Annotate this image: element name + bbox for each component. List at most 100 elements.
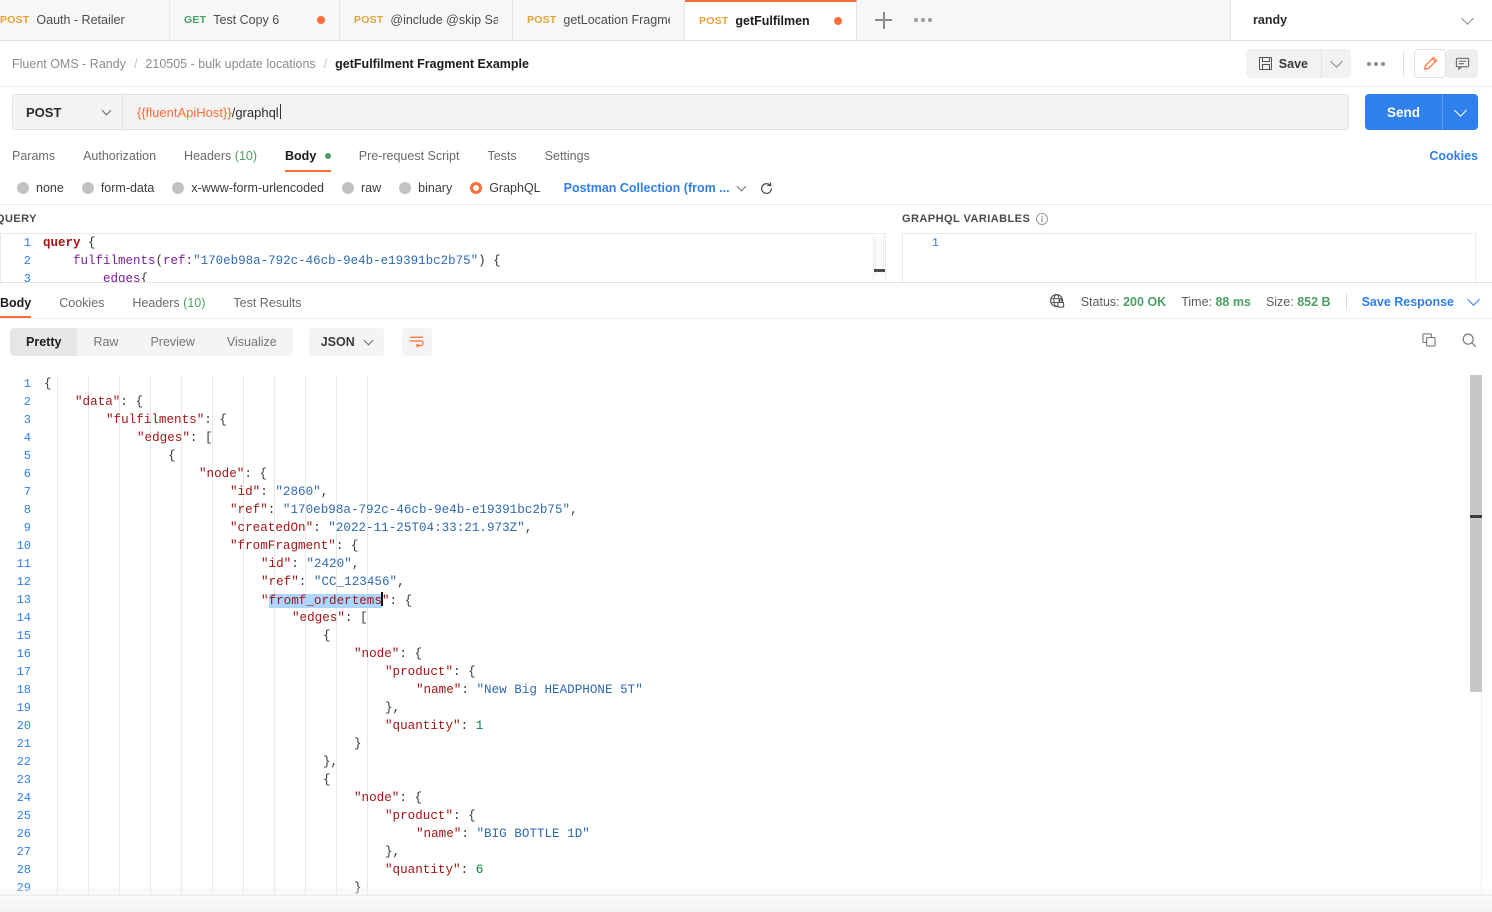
edit-pencil-button[interactable] [1414,49,1446,78]
tab-tests[interactable]: Tests [473,149,530,172]
send-button[interactable]: Send [1365,94,1442,130]
json-line-code: "fromf_ordertems": { [44,592,412,608]
json-token: }, [323,755,338,769]
json-token: "name" [416,683,461,697]
json-token: "quantity" [385,863,461,877]
save-dropdown-button[interactable] [1321,49,1351,78]
save-response-button[interactable]: Save Response [1362,295,1454,309]
scrollbar-thumb[interactable] [1470,375,1482,692]
query-line: 2 fulfilments(ref:"170eb98a-792c-46cb-9e… [1,252,885,270]
view-mode-raw[interactable]: Raw [77,328,134,356]
workspace-user-selector[interactable]: randy [1230,0,1492,40]
tab-headers[interactable]: Headers (10) [170,149,271,172]
json-token: "node" [354,791,399,805]
tab-pre-request-script[interactable]: Pre-request Script [345,149,474,172]
breadcrumb-item-0[interactable]: Fluent OMS - Randy [12,57,126,71]
info-icon[interactable]: i [1036,213,1048,225]
wrap-lines-button[interactable] [402,328,432,356]
json-token: { [323,773,331,787]
json-line: 6"node": { [0,465,1492,483]
json-token: }, [385,845,400,859]
cookies-link[interactable]: Cookies [1429,149,1478,172]
breadcrumb-item-1[interactable]: 210505 - bulk update locations [145,57,315,71]
http-method-selector[interactable]: POST [12,94,122,130]
response-body-viewer[interactable]: 1{2"data": {3"fulfilments": {4"edges": [… [0,375,1492,912]
body-mode-binary[interactable]: binary [390,181,461,195]
line-number: 28 [0,863,44,877]
json-token: : { [390,594,413,608]
request-tab-2[interactable]: POST @include @skip Sample [340,0,513,40]
variables-editor[interactable]: 1 [902,233,1476,282]
response-horizontal-scrollbar[interactable] [0,895,1492,912]
breadcrumb-separator: / [324,57,327,71]
body-mode-graphql[interactable]: GraphQL [461,181,549,195]
query-editor[interactable]: 1 query { 2 fulfilments(ref:"170eb98a-79… [0,233,886,282]
json-token: "BIG BOTTLE 1D" [476,827,589,841]
body-mode-raw[interactable]: raw [333,181,390,195]
tab-settings[interactable]: Settings [531,149,604,172]
tab-authorization[interactable]: Authorization [69,149,170,172]
json-token: , [570,503,578,517]
view-mode-preview[interactable]: Preview [134,328,210,356]
json-token: , [352,557,360,571]
network-globe-icon[interactable] [1049,293,1066,310]
json-line-code: } [44,881,362,895]
search-response-button[interactable] [1461,332,1478,352]
request-tab-4-active[interactable]: POST getFulfilment Fragme [685,0,857,40]
json-token: "ref" [230,503,268,517]
response-time: Time: 88 ms [1181,295,1251,309]
query-panel: QUERY 1 query { 2 fulfilments(ref:"170eb… [0,205,886,282]
response-tab-headers[interactable]: Headers (10) [118,296,219,318]
json-line: 15{ [0,627,1492,645]
response-tab-body[interactable]: Body [0,296,45,318]
view-mode-visualize[interactable]: Visualize [211,328,293,356]
request-tab-3[interactable]: POST getLocation Fragment E [513,0,685,40]
comments-button[interactable] [1446,49,1478,78]
body-mode-form-data[interactable]: form-data [73,181,164,195]
body-mode-urlencoded[interactable]: x-www-form-urlencoded [163,181,333,195]
response-vertical-scrollbar[interactable] [1470,375,1482,890]
refresh-schema-button[interactable] [759,181,774,196]
response-tab-headers-label: Headers [132,296,179,310]
json-line-code: "node": { [44,791,422,805]
line-number: 23 [0,773,44,787]
json-token: 6 [476,863,484,877]
json-token: { [44,377,52,391]
tab-headers-count: (10) [235,149,257,163]
tab-options-ellipsis-icon[interactable] [914,18,932,22]
size-label: Size: [1266,295,1294,309]
body-mode-label: none [36,181,64,195]
line-number: 16 [0,647,44,661]
tab-params[interactable]: Params [12,149,69,172]
view-mode-pretty[interactable]: Pretty [10,328,77,356]
json-token: "2420" [306,557,351,571]
line-number: 2 [1,254,43,268]
send-options-button[interactable] [1442,94,1478,130]
request-tab-0[interactable]: POST Oauth - Retailer [0,0,170,40]
page-title[interactable]: getFulfilment Fragment Example [335,57,529,71]
json-token: : [461,827,476,841]
request-tab-1[interactable]: GET Test Copy 6 [170,0,340,40]
tab-body[interactable]: Body [271,149,345,172]
body-mode-none[interactable]: none [8,181,73,195]
response-tab-cookies[interactable]: Cookies [45,296,118,318]
query-editor-scrollbar[interactable] [873,235,884,281]
json-line-code: "createdOn": "2022-11-25T04:33:21.973Z", [44,521,532,535]
response-format-selector[interactable]: JSON [309,328,384,356]
json-line: 25"product": { [0,807,1492,825]
request-url-input[interactable]: {{fluentApiHost}}/graphql [122,94,1349,130]
json-token: : { [204,413,227,427]
graphql-schema-selector[interactable]: Postman Collection (from ... [564,181,745,195]
save-button[interactable]: Save [1246,49,1321,78]
chevron-down-icon[interactable] [1467,293,1480,306]
response-tab-headers-count: (10) [183,296,205,310]
chevron-down-icon [1454,104,1467,117]
request-more-options-icon[interactable] [1351,62,1401,66]
copy-icon [1421,332,1437,348]
json-line: 11"id": "2420", [0,555,1492,573]
tab-headers-label: Headers [184,149,231,163]
json-line: 26"name": "BIG BOTTLE 1D" [0,825,1492,843]
response-tab-test-results[interactable]: Test Results [219,296,315,318]
new-tab-plus-icon[interactable] [875,12,892,29]
copy-response-button[interactable] [1421,332,1437,351]
